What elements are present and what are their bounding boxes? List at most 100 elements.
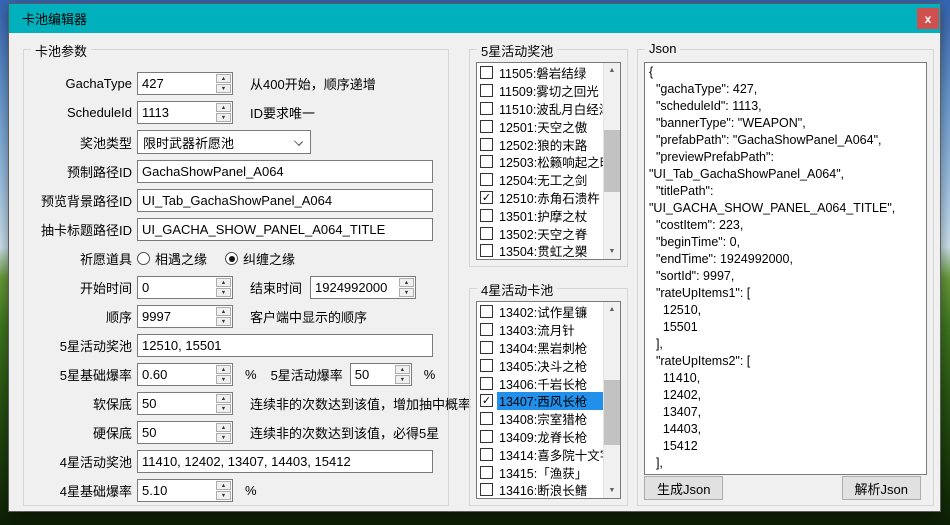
checkbox[interactable] — [480, 138, 493, 151]
list-item[interactable]: ✓12510:赤角石溃杵 — [477, 189, 603, 207]
spinner[interactable]: ▲▼ — [395, 365, 410, 384]
checkbox[interactable] — [480, 227, 493, 240]
end-time-input[interactable] — [311, 280, 399, 295]
checkbox[interactable] — [480, 102, 493, 115]
base-rate-4-input[interactable] — [138, 483, 216, 498]
checkbox[interactable] — [480, 412, 493, 425]
spin-up-icon[interactable]: ▲ — [399, 278, 414, 287]
spin-up-icon[interactable]: ▲ — [216, 103, 231, 112]
four-star-scrollbar[interactable]: ▲ ▼ — [603, 302, 620, 498]
scroll-up-icon[interactable]: ▲ — [604, 302, 620, 317]
rate-up-4-field[interactable] — [137, 450, 433, 473]
checkbox[interactable] — [480, 155, 493, 168]
spin-down-icon[interactable]: ▼ — [216, 491, 231, 500]
scroll-down-icon[interactable]: ▼ — [604, 483, 620, 498]
list-item[interactable]: 12503:松籁响起之时 — [477, 153, 603, 171]
schedule-id-input[interactable] — [138, 105, 216, 120]
banner-type-select[interactable]: 限时武器祈愿池 — [137, 130, 311, 154]
list-item[interactable]: 13504:贯虹之槊 — [477, 242, 603, 260]
checkbox[interactable] — [480, 305, 493, 318]
rate-up-4-input[interactable] — [138, 454, 432, 469]
checkbox[interactable] — [480, 84, 493, 97]
checkbox[interactable] — [480, 483, 493, 496]
list-item[interactable]: 13403:流月针 — [477, 321, 603, 339]
spinner[interactable]: ▲▼ — [216, 103, 231, 122]
hard-pity-field[interactable]: ▲▼ — [137, 421, 233, 444]
spin-up-icon[interactable]: ▲ — [395, 365, 410, 374]
list-item[interactable]: 13408:宗室猎枪 — [477, 410, 603, 428]
parse-json-button[interactable]: 解析Json — [842, 476, 921, 500]
list-item[interactable]: 12504:无工之剑 — [477, 171, 603, 189]
preview-path-field[interactable] — [137, 189, 433, 212]
gacha-type-input[interactable] — [138, 76, 216, 91]
spin-up-icon[interactable]: ▲ — [216, 481, 231, 490]
hard-pity-input[interactable] — [138, 425, 216, 440]
spin-up-icon[interactable]: ▲ — [216, 394, 231, 403]
spin-up-icon[interactable]: ▲ — [216, 278, 231, 287]
begin-time-field[interactable]: ▲▼ — [137, 276, 233, 299]
begin-time-input[interactable] — [138, 280, 216, 295]
sort-id-field[interactable]: ▲▼ — [137, 305, 233, 328]
four-star-listbox[interactable]: 13402:试作星镰13403:流月针13404:黑岩刺枪13405:决斗之枪1… — [476, 301, 621, 499]
spin-down-icon[interactable]: ▼ — [216, 375, 231, 384]
prefab-path-input[interactable] — [138, 164, 432, 179]
list-item[interactable]: 11505:磐岩结绿 — [477, 64, 603, 82]
list-item[interactable]: 13416:断浪长鳍 — [477, 481, 603, 499]
rate-up-5-input[interactable] — [138, 338, 432, 353]
json-textarea[interactable]: { "gachaType": 427, "scheduleId": 1113, … — [644, 62, 927, 475]
checkbox[interactable]: ✓ — [480, 394, 493, 407]
spin-down-icon[interactable]: ▼ — [399, 288, 414, 297]
radio-intertwined-fate[interactable] — [225, 252, 238, 265]
checkbox[interactable] — [480, 466, 493, 479]
spinner[interactable]: ▲▼ — [216, 365, 231, 384]
checkbox[interactable] — [480, 341, 493, 354]
generate-json-button[interactable]: 生成Json — [644, 476, 723, 500]
list-item[interactable]: 13406:千岩长枪 — [477, 374, 603, 392]
spinner[interactable]: ▲▼ — [216, 423, 231, 442]
spin-up-icon[interactable]: ▲ — [216, 423, 231, 432]
event-rate-5-input[interactable] — [351, 367, 395, 382]
checkbox[interactable]: ✓ — [480, 191, 493, 204]
checkbox[interactable] — [480, 448, 493, 461]
spinner[interactable]: ▲▼ — [216, 74, 231, 93]
checkbox[interactable] — [480, 323, 493, 336]
soft-pity-input[interactable] — [138, 396, 216, 411]
base-rate-5-input[interactable] — [138, 367, 216, 382]
checkbox[interactable] — [480, 173, 493, 186]
checkbox[interactable] — [480, 359, 493, 372]
spin-down-icon[interactable]: ▼ — [395, 375, 410, 384]
soft-pity-field[interactable]: ▲▼ — [137, 392, 233, 415]
rate-up-5-field[interactable] — [137, 334, 433, 357]
list-item[interactable]: 11509:雾切之回光 — [477, 82, 603, 100]
spin-up-icon[interactable]: ▲ — [216, 307, 231, 316]
spinner[interactable]: ▲▼ — [216, 481, 231, 500]
title-path-field[interactable] — [137, 218, 433, 241]
titlebar[interactable]: 卡池编辑器 x — [9, 4, 940, 33]
list-item[interactable]: 12501:天空之傲 — [477, 117, 603, 135]
base-rate-4-field[interactable]: ▲▼ — [137, 479, 233, 502]
spin-down-icon[interactable]: ▼ — [216, 288, 231, 297]
spinner[interactable]: ▲▼ — [216, 307, 231, 326]
list-item[interactable]: 13502:天空之脊 — [477, 224, 603, 242]
spin-up-icon[interactable]: ▲ — [216, 74, 231, 83]
spinner[interactable]: ▲▼ — [216, 278, 231, 297]
scroll-up-icon[interactable]: ▲ — [604, 63, 620, 78]
spinner[interactable]: ▲▼ — [399, 278, 414, 297]
event-rate-5-field[interactable]: ▲▼ — [350, 363, 412, 386]
scroll-down-icon[interactable]: ▼ — [604, 244, 620, 259]
schedule-id-field[interactable]: ▲▼ — [137, 101, 233, 124]
list-item[interactable]: 13414:喜多院十文字 — [477, 445, 603, 463]
spinner[interactable]: ▲▼ — [216, 394, 231, 413]
sort-id-input[interactable] — [138, 309, 216, 324]
list-item[interactable]: ✓13407:西风长枪 — [477, 392, 603, 410]
checkbox[interactable] — [480, 120, 493, 133]
list-item[interactable]: 13409:龙脊长枪 — [477, 428, 603, 446]
list-item[interactable]: 13405:决斗之枪 — [477, 356, 603, 374]
gacha-type-field[interactable]: ▲▼ — [137, 72, 233, 95]
list-item[interactable]: 13415:「渔获」 — [477, 463, 603, 481]
title-path-input[interactable] — [138, 222, 432, 237]
five-star-listbox[interactable]: 11505:磐岩结绿11509:雾切之回光11510:波乱月白经津12501:天… — [476, 62, 621, 260]
checkbox[interactable] — [480, 377, 493, 390]
scrollbar-thumb[interactable] — [604, 130, 620, 193]
preview-path-input[interactable] — [138, 193, 432, 208]
